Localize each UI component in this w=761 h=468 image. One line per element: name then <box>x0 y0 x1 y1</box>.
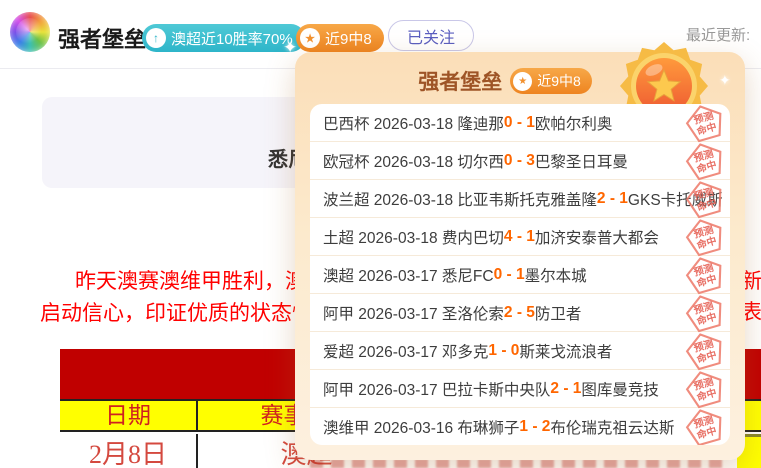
match-row[interactable]: 爱超 2026-03-17 邓多克1 - 0斯莱戈流浪者 预测 命中 <box>310 332 730 370</box>
page-title: 强者堡垒 <box>58 22 146 54</box>
match-away-team: 加济安泰普大都会 <box>535 226 659 248</box>
match-league-date-home: 阿甲 2026-03-17 圣洛伦索 <box>323 302 504 324</box>
prediction-hit-stamp-icon: 预测 命中 <box>679 401 730 445</box>
streak-badge-label: 近9中8 <box>325 28 372 49</box>
table-cell-date: 2月8日 <box>60 434 198 468</box>
match-away-team: 布伦瑞克祖云达斯 <box>550 416 674 438</box>
match-row[interactable]: 澳维甲 2026-03-16 布琳狮子1 - 2布伦瑞克祖云达斯 预测 命中 <box>310 408 730 445</box>
star-icon: ★ <box>300 28 320 48</box>
prediction-history-popup: ✦ ✦ ✦ 强者堡垒 ★ 近9中8 巴西杯 2026-03-18 隆迪那0 - … <box>295 52 745 460</box>
match-away-team: 防卫者 <box>535 302 582 324</box>
table-header-date: 日期 <box>60 401 198 430</box>
match-away-team: 墨尔本城 <box>525 264 587 286</box>
match-row[interactable]: 欧冠杯 2026-03-18 切尔西0 - 3巴黎圣日耳曼 预测 命中 <box>310 142 730 180</box>
popup-title: 强者堡垒 <box>418 66 502 96</box>
match-score: 2 - 1 <box>597 190 628 208</box>
match-score: 2 - 1 <box>550 380 581 398</box>
match-league-date-home: 土超 2026-03-18 费内巴切 <box>323 226 504 248</box>
popup-streak-label: 近9中8 <box>537 71 581 91</box>
star-icon: ★ <box>513 72 532 91</box>
winrate-badge-label: 澳超近10胜率70% <box>171 28 293 49</box>
sparkle-icon: ✦ <box>283 38 297 58</box>
match-score: 2 - 5 <box>504 304 535 322</box>
sparkle-icon: ✦ <box>719 72 731 89</box>
match-row[interactable]: 澳超 2026-03-17 悉尼FC0 - 1墨尔本城 预测 命中 <box>310 256 730 294</box>
match-away-team: 斯莱戈流浪者 <box>519 340 612 362</box>
match-away-team: 巴黎圣日耳曼 <box>535 150 628 172</box>
match-away-team: 欧帕尔利奥 <box>535 112 613 134</box>
match-score: 0 - 3 <box>504 152 535 170</box>
popup-streak-badge: ★ 近9中8 <box>510 68 592 94</box>
match-score: 1 - 0 <box>488 342 519 360</box>
match-list: 巴西杯 2026-03-18 隆迪那0 - 1欧帕尔利奥 预测 命中 欧冠杯 2… <box>310 104 730 445</box>
match-league-date-home: 巴西杯 2026-03-18 隆迪那 <box>323 112 504 134</box>
match-row[interactable]: 土超 2026-03-18 费内巴切4 - 1加济安泰普大都会 预测 命中 <box>310 218 730 256</box>
match-league-date-home: 欧冠杯 2026-03-18 切尔西 <box>323 150 504 172</box>
obscured-table-text <box>310 459 730 468</box>
match-score: 4 - 1 <box>504 228 535 246</box>
match-row[interactable]: 阿甲 2026-03-17 圣洛伦索2 - 5防卫者 预测 命中 <box>310 294 730 332</box>
avatar[interactable] <box>10 12 50 52</box>
match-away-team: 图库曼竞技 <box>581 378 659 400</box>
match-score: 0 - 1 <box>494 266 525 284</box>
match-league-date-home: 爱超 2026-03-17 邓多克 <box>323 340 488 362</box>
match-row[interactable]: 巴西杯 2026-03-18 隆迪那0 - 1欧帕尔利奥 预测 命中 <box>310 104 730 142</box>
match-league-date-home: 澳超 2026-03-17 悉尼FC <box>323 264 494 286</box>
match-row[interactable]: 波兰超 2026-03-18 比亚韦斯托克雅盖隆2 - 1GKS卡托威斯 预测 … <box>310 180 730 218</box>
sparkle-icon: ✦ <box>699 118 708 131</box>
winrate-badge: ↑ 澳超近10胜率70% <box>142 24 305 52</box>
match-score: 0 - 1 <box>504 114 535 132</box>
up-arrow-icon: ↑ <box>146 28 166 48</box>
followed-button[interactable]: 已关注 <box>388 20 474 51</box>
streak-badge: ★ 近9中8 <box>296 24 384 52</box>
match-league-date-home: 波兰超 2026-03-18 比亚韦斯托克雅盖隆 <box>323 188 597 210</box>
match-league-date-home: 澳维甲 2026-03-16 布琳狮子 <box>323 416 519 438</box>
match-league-date-home: 阿甲 2026-03-17 巴拉卡斯中央队 <box>323 378 550 400</box>
match-score: 1 - 2 <box>519 418 550 436</box>
match-row[interactable]: 阿甲 2026-03-17 巴拉卡斯中央队2 - 1图库曼竞技 预测 命中 <box>310 370 730 408</box>
